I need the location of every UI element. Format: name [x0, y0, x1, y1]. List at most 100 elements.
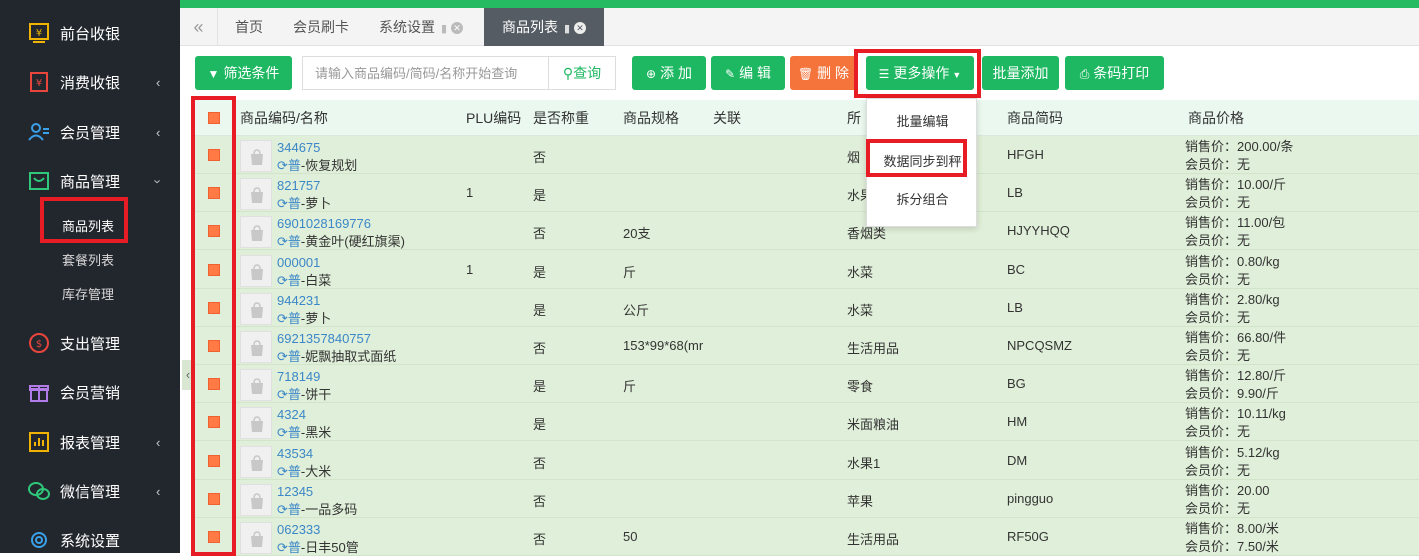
- product-image: [240, 331, 272, 363]
- tab-member-card[interactable]: 会员刷卡: [293, 8, 349, 46]
- shopping-bag-icon: [251, 225, 263, 242]
- sale-price: 销售价：20.00: [1185, 482, 1270, 498]
- sidebar-item-front-cashier[interactable]: ¥ 前台收银: [0, 13, 180, 53]
- pin-icon[interactable]: ▮: [441, 23, 447, 35]
- sale-price: 销售价：10.00/斤: [1185, 177, 1287, 193]
- barcode-print-button[interactable]: ⎙ 条码打印: [1065, 56, 1164, 90]
- collapse-sidebar-handle[interactable]: ‹: [182, 360, 194, 390]
- tab-home[interactable]: 首页: [235, 8, 263, 46]
- column-header[interactable]: 商品编码/名称: [240, 100, 328, 136]
- unit-tag: 普: [287, 349, 301, 364]
- close-icon[interactable]: ✕: [451, 22, 464, 35]
- table-row[interactable]: 718149 ⟳普-饼干 是 斤 零食 BG 销售价：12.80/斤 会员价：9.90/斤: [194, 365, 1419, 404]
- column-header[interactable]: 商品价格: [1188, 100, 1244, 136]
- filter-button[interactable]: ▼ 筛选条件: [195, 56, 292, 90]
- product-code-link[interactable]: 344675: [277, 140, 320, 155]
- more-actions-button[interactable]: ☰ 更多操作 ▼: [866, 56, 974, 90]
- row-checkbox[interactable]: [208, 225, 220, 238]
- sidebar-subitem-product-list[interactable]: 商品列表: [62, 216, 114, 235]
- sidebar-item-expense-management[interactable]: $ 支出管理: [0, 323, 180, 363]
- row-checkbox[interactable]: [208, 378, 220, 391]
- row-checkbox[interactable]: [208, 340, 220, 352]
- sidebar-item-member-management[interactable]: 会员管理 ‹: [0, 112, 180, 152]
- sidebar-item-report-management[interactable]: 报表管理 ‹: [0, 422, 180, 462]
- close-icon[interactable]: ✕: [574, 22, 587, 35]
- column-header[interactable]: 商品简码: [1007, 100, 1063, 136]
- add-label: 添 加: [660, 65, 692, 81]
- product-code-link[interactable]: 43534: [277, 446, 313, 461]
- table-row[interactable]: 344675 ⟳普-恢复规划 否 烟 HFGH 销售价：200.00/条 会员价：无: [194, 136, 1419, 174]
- menu-item-batch-edit[interactable]: 批量编辑: [867, 111, 978, 130]
- product-code-link[interactable]: 821757: [277, 178, 320, 193]
- collapse-tabs-icon[interactable]: «: [180, 8, 218, 46]
- row-checkbox[interactable]: [208, 301, 220, 314]
- product-code-link[interactable]: 944231: [277, 293, 320, 308]
- member-price: 会员价：无: [1185, 462, 1251, 478]
- row-checkbox[interactable]: [208, 187, 220, 200]
- table-row[interactable]: 944231 ⟳普-萝卜 是 公斤 水菜 LB 销售价：2.80/kg 会员价：无: [194, 289, 1419, 327]
- member-price: 会员价：无: [1185, 195, 1251, 211]
- category-cell: 生活用品: [847, 532, 900, 547]
- column-header[interactable]: 关联: [713, 100, 741, 136]
- batch-add-button[interactable]: 批量添加: [982, 56, 1059, 90]
- refresh-icon: ⟳: [277, 387, 288, 403]
- product-code-link[interactable]: 000001: [277, 255, 320, 270]
- shopping-bag-icon: [251, 302, 263, 318]
- product-code-link[interactable]: 718149: [277, 369, 320, 384]
- tab-product-list[interactable]: 商品列表 ▮ ✕: [484, 8, 604, 46]
- product-code-link[interactable]: 4324: [277, 407, 306, 422]
- row-checkbox[interactable]: [208, 531, 220, 543]
- product-code-link[interactable]: 6901028169776: [277, 216, 371, 231]
- column-header[interactable]: 是否称重: [533, 100, 589, 136]
- edit-button[interactable]: ✎ 编 辑: [711, 56, 785, 90]
- row-checkbox[interactable]: [208, 149, 220, 161]
- row-checkbox[interactable]: [208, 492, 220, 505]
- sidebar-item-consume-cashier[interactable]: ¥ 消费收银 ‹: [0, 62, 180, 102]
- unit-tag: 普: [287, 310, 301, 326]
- sidebar-item-member-marketing[interactable]: 会员营销: [0, 372, 180, 412]
- barcode-print-label: 条码打印: [1093, 65, 1150, 81]
- table-row[interactable]: 000001 ⟳普-白菜 1 是 斤 水菜 BC 销售价：0.80/kg 会员价：无: [194, 251, 1419, 289]
- sidebar-item-product-management[interactable]: 商品管理 ›: [0, 161, 180, 201]
- product-code-link[interactable]: 12345: [277, 484, 313, 499]
- tab-system-settings[interactable]: 系统设置 ▮ ✕: [379, 8, 464, 46]
- spec-cell: 50: [623, 529, 638, 544]
- row-checkbox[interactable]: [208, 454, 220, 467]
- shopping-bag-icon: [251, 531, 263, 547]
- pin-icon[interactable]: ▮: [564, 23, 570, 35]
- menu-item-split-combine[interactable]: 拆分组合: [867, 189, 978, 208]
- member-price: 会员价：无: [1185, 348, 1251, 363]
- weigh-cell: 是: [533, 188, 547, 204]
- product-name-text: -一品多码: [300, 501, 358, 517]
- sidebar-item-system-settings[interactable]: 系统设置: [0, 520, 180, 560]
- menu-item-sync-to-scale[interactable]: 数据同步到秤: [867, 151, 978, 170]
- column-header[interactable]: 商品规格: [623, 100, 679, 136]
- sidebar-subitem-inventory[interactable]: 库存管理: [62, 284, 114, 303]
- query-button[interactable]: ⚲查询: [548, 56, 616, 90]
- member-price: 会员价：无: [1185, 157, 1251, 172]
- table-row[interactable]: 062333 ⟳普-日丰50管否 50 生活用品 RF50G 销售价：8.00/米 会员价：…: [194, 518, 1419, 556]
- column-header[interactable]: 所: [847, 100, 861, 136]
- sidebar-subitem-package-list[interactable]: 套餐列表: [62, 250, 114, 269]
- delete-button[interactable]: 🗑 删 除: [790, 56, 857, 90]
- table-row[interactable]: 6921357840757 ⟳普-妮飘抽取式面纸 否 153*99*68(mr 生活用品…: [194, 327, 1419, 365]
- row-checkbox[interactable]: [208, 263, 220, 276]
- product-code-link[interactable]: 6921357840757: [277, 331, 371, 346]
- category-cell: 生活用品: [847, 341, 900, 356]
- select-all-checkbox[interactable]: [208, 112, 220, 124]
- sidebar-item-wechat-management[interactable]: 微信管理 ‹: [0, 471, 180, 511]
- product-code-link[interactable]: 062333: [277, 522, 320, 537]
- table-row[interactable]: 6901028169776 ⟳普-黄金叶(硬红旗渠) 否 20支 香烟类 HJYYHQQ 销…: [194, 212, 1419, 251]
- table-row[interactable]: 821757 ⟳普-萝卜 1 是水果 LB 销售价：10.00/斤 会员价：无: [194, 174, 1419, 213]
- row-checkbox[interactable]: [208, 416, 220, 429]
- table-row[interactable]: 43534 ⟳普-大米 否 水果1 DM 销售价：5.12/kg 会员价：无: [194, 442, 1419, 480]
- search-input[interactable]: [302, 56, 548, 90]
- unit-tag: 普: [287, 234, 301, 250]
- shopping-bag-icon: [251, 263, 263, 280]
- sidebar-item-label: 会员管理: [60, 124, 121, 142]
- table-row[interactable]: 4324 ⟳普-黑米 是 米面粮油 HM 销售价：10.11/kg 会员价：无: [194, 403, 1419, 442]
- table-row[interactable]: 12345 ⟳普-一品多码 否 苹果 pingguo 销售价：20.00 会员价：无: [194, 480, 1419, 518]
- add-button[interactable]: ⊕ 添 加: [632, 56, 706, 90]
- column-header[interactable]: PLU编码: [466, 100, 521, 136]
- chevron-left-icon: ‹: [156, 74, 161, 90]
